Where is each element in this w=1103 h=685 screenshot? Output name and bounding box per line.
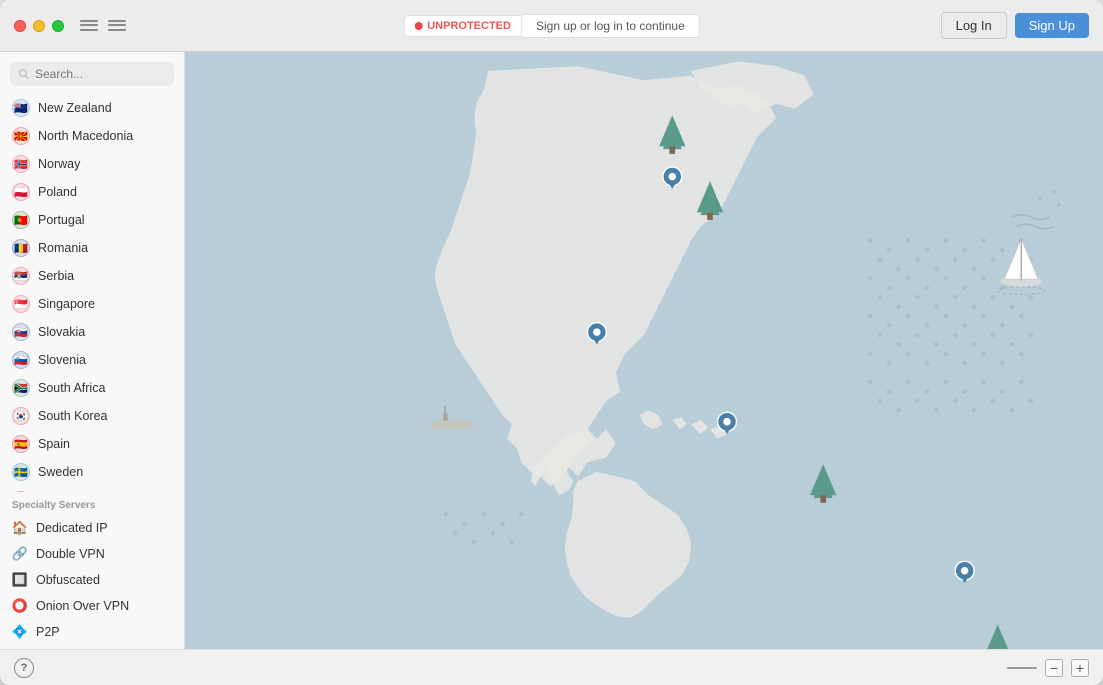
help-button[interactable]: ? <box>14 658 34 678</box>
main-content: 🇳🇿 New Zealand 🇲🇰 North Macedonia 🇳🇴 Nor… <box>0 52 1103 649</box>
zoom-in-button[interactable]: + <box>1071 659 1089 677</box>
country-name-north-macedonia: North Macedonia <box>38 129 133 143</box>
titlebar-icon-buttons <box>80 19 126 33</box>
maximize-button[interactable] <box>52 20 64 32</box>
country-item-sweden[interactable]: 🇸🇪 Sweden <box>0 458 184 486</box>
specialty-label-double-vpn: Double VPN <box>36 547 105 561</box>
country-item-romania[interactable]: 🇷🇴 Romania <box>0 234 184 262</box>
country-name-slovenia: Slovenia <box>38 353 86 367</box>
country-name-poland: Poland <box>38 185 77 199</box>
signup-button[interactable]: Sign Up <box>1015 13 1089 38</box>
specialty-label-dedicated-ip: Dedicated IP <box>36 521 108 535</box>
flag-spain: 🇪🇸 <box>12 435 30 453</box>
search-icon <box>18 68 30 80</box>
search-input[interactable] <box>35 67 166 81</box>
country-item-portugal[interactable]: 🇵🇹 Portugal <box>0 206 184 234</box>
specialty-label-obfuscated: Obfuscated <box>36 573 100 587</box>
country-name-sweden: Sweden <box>38 465 83 479</box>
specialty-section-label: Specialty Servers <box>12 500 172 511</box>
flag-singapore: 🇸🇬 <box>12 295 30 313</box>
map-area[interactable] <box>185 52 1103 649</box>
flag-serbia: 🇷🇸 <box>12 267 30 285</box>
bottom-bar: ? − + <box>0 649 1103 685</box>
status-badge-text: UNPROTECTED <box>427 20 511 32</box>
zoom-divider <box>1007 667 1037 669</box>
specialty-icon-double-vpn: 🔗 <box>12 546 28 562</box>
country-name-spain: Spain <box>38 437 70 451</box>
country-item-slovenia[interactable]: 🇸🇮 Slovenia <box>0 346 184 374</box>
specialty-label-p2p: P2P <box>36 625 60 639</box>
world-map <box>185 52 1103 649</box>
country-item-south-africa[interactable]: 🇿🇦 South Africa <box>0 374 184 402</box>
status-dot <box>414 22 422 30</box>
flag-south-africa: 🇿🇦 <box>12 379 30 397</box>
specialty-item-obfuscated[interactable]: 🔲 Obfuscated <box>12 567 172 593</box>
login-button[interactable]: Log In <box>941 12 1007 39</box>
list-view-button[interactable] <box>108 19 126 33</box>
specialty-icon-obfuscated: 🔲 <box>12 572 28 588</box>
specialty-icon-p2p: 💠 <box>12 624 28 640</box>
country-name-portugal: Portugal <box>38 213 85 227</box>
country-name-singapore: Singapore <box>38 297 95 311</box>
country-item-spain[interactable]: 🇪🇸 Spain <box>0 430 184 458</box>
country-name-south-africa: South Africa <box>38 381 105 395</box>
country-item-serbia[interactable]: 🇷🇸 Serbia <box>0 262 184 290</box>
country-name-slovakia: Slovakia <box>38 325 85 339</box>
country-item-slovakia[interactable]: 🇸🇰 Slovakia <box>0 318 184 346</box>
sidebar: 🇳🇿 New Zealand 🇲🇰 North Macedonia 🇳🇴 Nor… <box>0 52 185 649</box>
specialty-item-onion-over-vpn[interactable]: ⭕ Onion Over VPN <box>12 593 172 619</box>
flag-poland: 🇵🇱 <box>12 183 30 201</box>
country-name-norway: Norway <box>38 157 80 171</box>
specialty-section: Specialty Servers 🏠 Dedicated IP 🔗 Doubl… <box>0 492 184 649</box>
country-name-romania: Romania <box>38 241 88 255</box>
flag-north-macedonia: 🇲🇰 <box>12 127 30 145</box>
flag-slovenia: 🇸🇮 <box>12 351 30 369</box>
close-button[interactable] <box>14 20 26 32</box>
sidebar-toggle-button[interactable] <box>80 19 98 33</box>
country-item-poland[interactable]: 🇵🇱 Poland <box>0 178 184 206</box>
traffic-lights <box>14 20 64 32</box>
specialty-item-double-vpn[interactable]: 🔗 Double VPN <box>12 541 172 567</box>
country-item-norway[interactable]: 🇳🇴 Norway <box>0 150 184 178</box>
flag-romania: 🇷🇴 <box>12 239 30 257</box>
country-item-singapore[interactable]: 🇸🇬 Singapore <box>0 290 184 318</box>
country-list: 🇳🇿 New Zealand 🇲🇰 North Macedonia 🇳🇴 Nor… <box>0 92 184 492</box>
country-item-north-macedonia[interactable]: 🇲🇰 North Macedonia <box>0 122 184 150</box>
minimize-button[interactable] <box>33 20 45 32</box>
search-box[interactable] <box>10 62 174 86</box>
flag-slovakia: 🇸🇰 <box>12 323 30 341</box>
titlebar-actions: Log In Sign Up <box>941 12 1089 39</box>
country-name-new-zealand: New Zealand <box>38 101 112 115</box>
country-item-south-korea[interactable]: 🇰🇷 South Korea <box>0 402 184 430</box>
status-message: Sign up or log in to continue <box>522 14 700 38</box>
flag-new-zealand: 🇳🇿 <box>12 99 30 117</box>
app-window: UNPROTECTED Sign up or log in to continu… <box>0 0 1103 685</box>
flag-portugal: 🇵🇹 <box>12 211 30 229</box>
country-name-south-korea: South Korea <box>38 409 108 423</box>
titlebar-center: UNPROTECTED Sign up or log in to continu… <box>403 14 700 38</box>
zoom-controls: − + <box>1007 659 1089 677</box>
specialty-label-onion-over-vpn: Onion Over VPN <box>36 599 129 613</box>
flag-sweden: 🇸🇪 <box>12 463 30 481</box>
specialty-item-dedicated-ip[interactable]: 🏠 Dedicated IP <box>12 515 172 541</box>
specialty-item-p2p[interactable]: 💠 P2P <box>12 619 172 645</box>
specialty-icon-dedicated-ip: 🏠 <box>12 520 28 536</box>
specialty-icon-onion-over-vpn: ⭕ <box>12 598 28 614</box>
flag-south-korea: 🇰🇷 <box>12 407 30 425</box>
country-item-new-zealand[interactable]: 🇳🇿 New Zealand <box>0 94 184 122</box>
flag-norway: 🇳🇴 <box>12 155 30 173</box>
country-name-serbia: Serbia <box>38 269 74 283</box>
zoom-out-button[interactable]: − <box>1045 659 1063 677</box>
titlebar: UNPROTECTED Sign up or log in to continu… <box>0 0 1103 52</box>
protection-status-badge: UNPROTECTED <box>403 15 522 37</box>
